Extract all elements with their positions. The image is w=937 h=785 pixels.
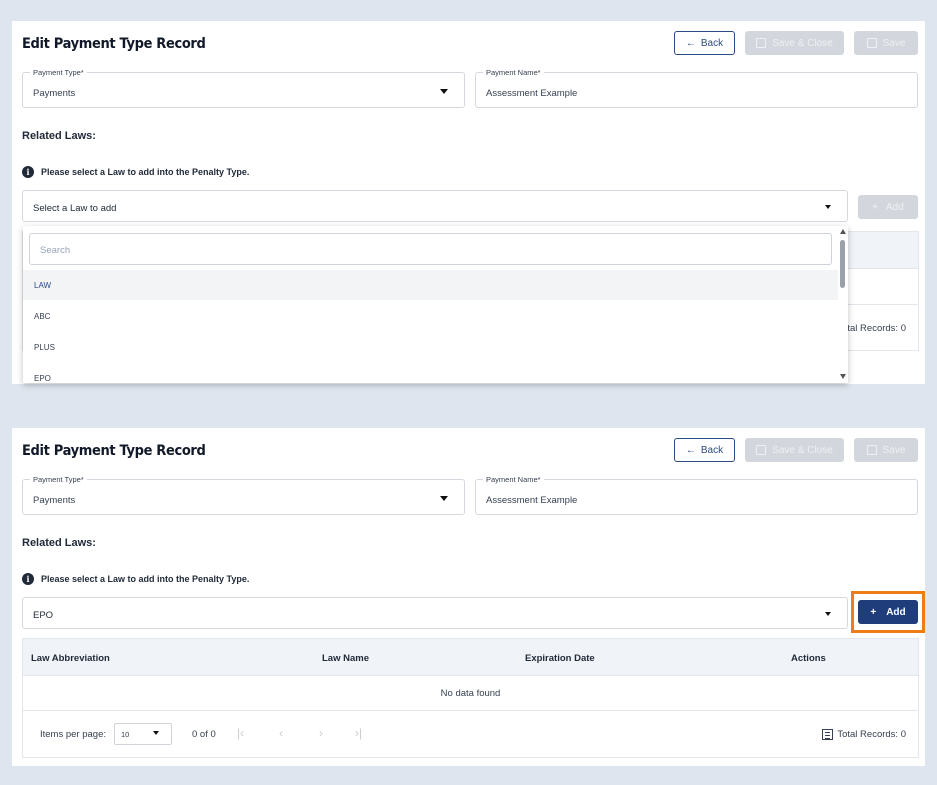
arrow-left-icon: ←: [685, 444, 696, 456]
back-button[interactable]: ← Back: [674, 438, 735, 462]
save-close-label: Save & Close: [772, 444, 833, 456]
search-placeholder: Search: [40, 245, 71, 256]
page-title: Edit Payment Type Record: [22, 443, 206, 459]
info-message: i Please select a Law to add into the Pe…: [22, 166, 249, 178]
back-label: Back: [700, 444, 724, 456]
save-icon: [756, 445, 767, 455]
payment-type-value: Payments: [33, 88, 76, 99]
dropdown-option-law[interactable]: LAW: [23, 270, 839, 300]
dropdown-option-abc[interactable]: ABC: [23, 301, 839, 331]
law-select[interactable]: Select a Law to add: [22, 190, 848, 222]
back-label: Back: [700, 37, 724, 49]
payment-type-select[interactable]: Payment Type* Payments: [22, 67, 465, 108]
items-per-page-select[interactable]: 10: [114, 723, 172, 745]
col-law-abbreviation[interactable]: Law Abbreviation: [31, 653, 110, 664]
payment-name-value: Assessment Example: [486, 495, 578, 506]
laws-table: Law Abbreviation Law Name Expiration Dat…: [22, 638, 919, 758]
table-header: Law Abbreviation Law Name Expiration Dat…: [23, 639, 918, 675]
caret-down-icon: [153, 731, 159, 735]
save-close-label: Save & Close: [772, 37, 833, 49]
col-expiration-date[interactable]: Expiration Date: [525, 653, 595, 664]
payment-type-select[interactable]: Payment Type* Payments: [22, 474, 465, 515]
last-page-icon[interactable]: ›|: [355, 726, 362, 740]
plus-icon: +: [870, 606, 877, 618]
page-range: 0 of 0: [192, 729, 216, 740]
save-close-button[interactable]: Save & Close: [745, 31, 844, 55]
total-records-text: Total Records: 0: [837, 729, 906, 740]
info-text: Please select a Law to add into the Pena…: [41, 167, 250, 177]
payment-name-value: Assessment Example: [486, 88, 578, 99]
save-label: Save: [882, 37, 906, 49]
bottom-panel: Edit Payment Type Record ← Back Save & C…: [3, 410, 934, 782]
dropdown-scrollbar[interactable]: [838, 226, 848, 383]
next-page-icon[interactable]: ›: [319, 726, 323, 740]
edit-card-bottom: Edit Payment Type Record ← Back Save & C…: [12, 428, 925, 766]
dropdown-option-epo[interactable]: EPO: [23, 363, 839, 383]
add-label: Add: [886, 606, 906, 618]
add-button[interactable]: + Add: [858, 600, 918, 624]
dropdown-option-plus[interactable]: PLUS: [23, 332, 839, 362]
col-actions: Actions: [791, 653, 826, 664]
law-select-value: Select a Law to add: [33, 203, 117, 214]
plus-icon: +: [872, 201, 879, 213]
list-icon: [822, 729, 834, 740]
scroll-thumb[interactable]: [840, 240, 845, 288]
items-per-page-label: Items per page:: [40, 729, 107, 740]
search-input[interactable]: Search: [29, 233, 832, 265]
payment-name-label: Payment Name*: [483, 67, 544, 78]
info-icon: i: [22, 573, 34, 585]
scroll-down-icon[interactable]: [840, 374, 846, 379]
scroll-up-icon[interactable]: [840, 229, 846, 234]
caret-down-icon: [825, 612, 831, 616]
prev-page-icon[interactable]: ‹: [279, 726, 283, 740]
page-title: Edit Payment Type Record: [22, 36, 206, 52]
save-icon: [866, 38, 877, 48]
payment-name-field[interactable]: Payment Name* Assessment Example: [475, 474, 918, 515]
law-select[interactable]: EPO: [22, 597, 848, 629]
col-law-name[interactable]: Law Name: [322, 653, 369, 664]
info-message: i Please select a Law to add into the Pe…: [22, 573, 249, 585]
payment-type-label: Payment Type*: [30, 474, 87, 485]
law-dropdown-menu: Search LAW ABC PLUS EPO: [23, 226, 848, 383]
save-icon: [866, 445, 877, 455]
payment-type-value: Payments: [33, 495, 76, 506]
law-select-value: EPO: [33, 610, 54, 621]
save-button[interactable]: Save: [854, 438, 918, 462]
save-label: Save: [882, 444, 906, 456]
caret-down-icon: [825, 205, 831, 209]
payment-type-label: Payment Type*: [30, 67, 87, 78]
payment-name-field[interactable]: Payment Name* Assessment Example: [475, 67, 918, 108]
total-records: Total Records: 0: [822, 729, 906, 740]
first-page-icon[interactable]: |‹: [237, 726, 244, 740]
save-icon: [756, 38, 767, 48]
related-laws-heading: Related Laws:: [22, 130, 96, 142]
payment-name-label: Payment Name*: [483, 474, 544, 485]
add-label: Add: [886, 201, 904, 213]
add-button[interactable]: + Add: [858, 195, 918, 219]
arrow-left-icon: ←: [685, 37, 696, 49]
caret-down-icon: [440, 89, 448, 94]
caret-down-icon: [440, 496, 448, 501]
table-footer: Items per page: 10 0 of 0 |‹ ‹ › ›| Tota…: [23, 711, 918, 757]
info-text: Please select a Law to add into the Pena…: [41, 574, 250, 584]
save-button[interactable]: Save: [854, 31, 918, 55]
back-button[interactable]: ← Back: [674, 31, 735, 55]
related-laws-heading: Related Laws:: [22, 537, 96, 549]
info-icon: i: [22, 166, 34, 178]
empty-row: No data found: [23, 675, 918, 711]
items-per-page-value: 10: [121, 730, 130, 739]
save-close-button[interactable]: Save & Close: [745, 438, 844, 462]
